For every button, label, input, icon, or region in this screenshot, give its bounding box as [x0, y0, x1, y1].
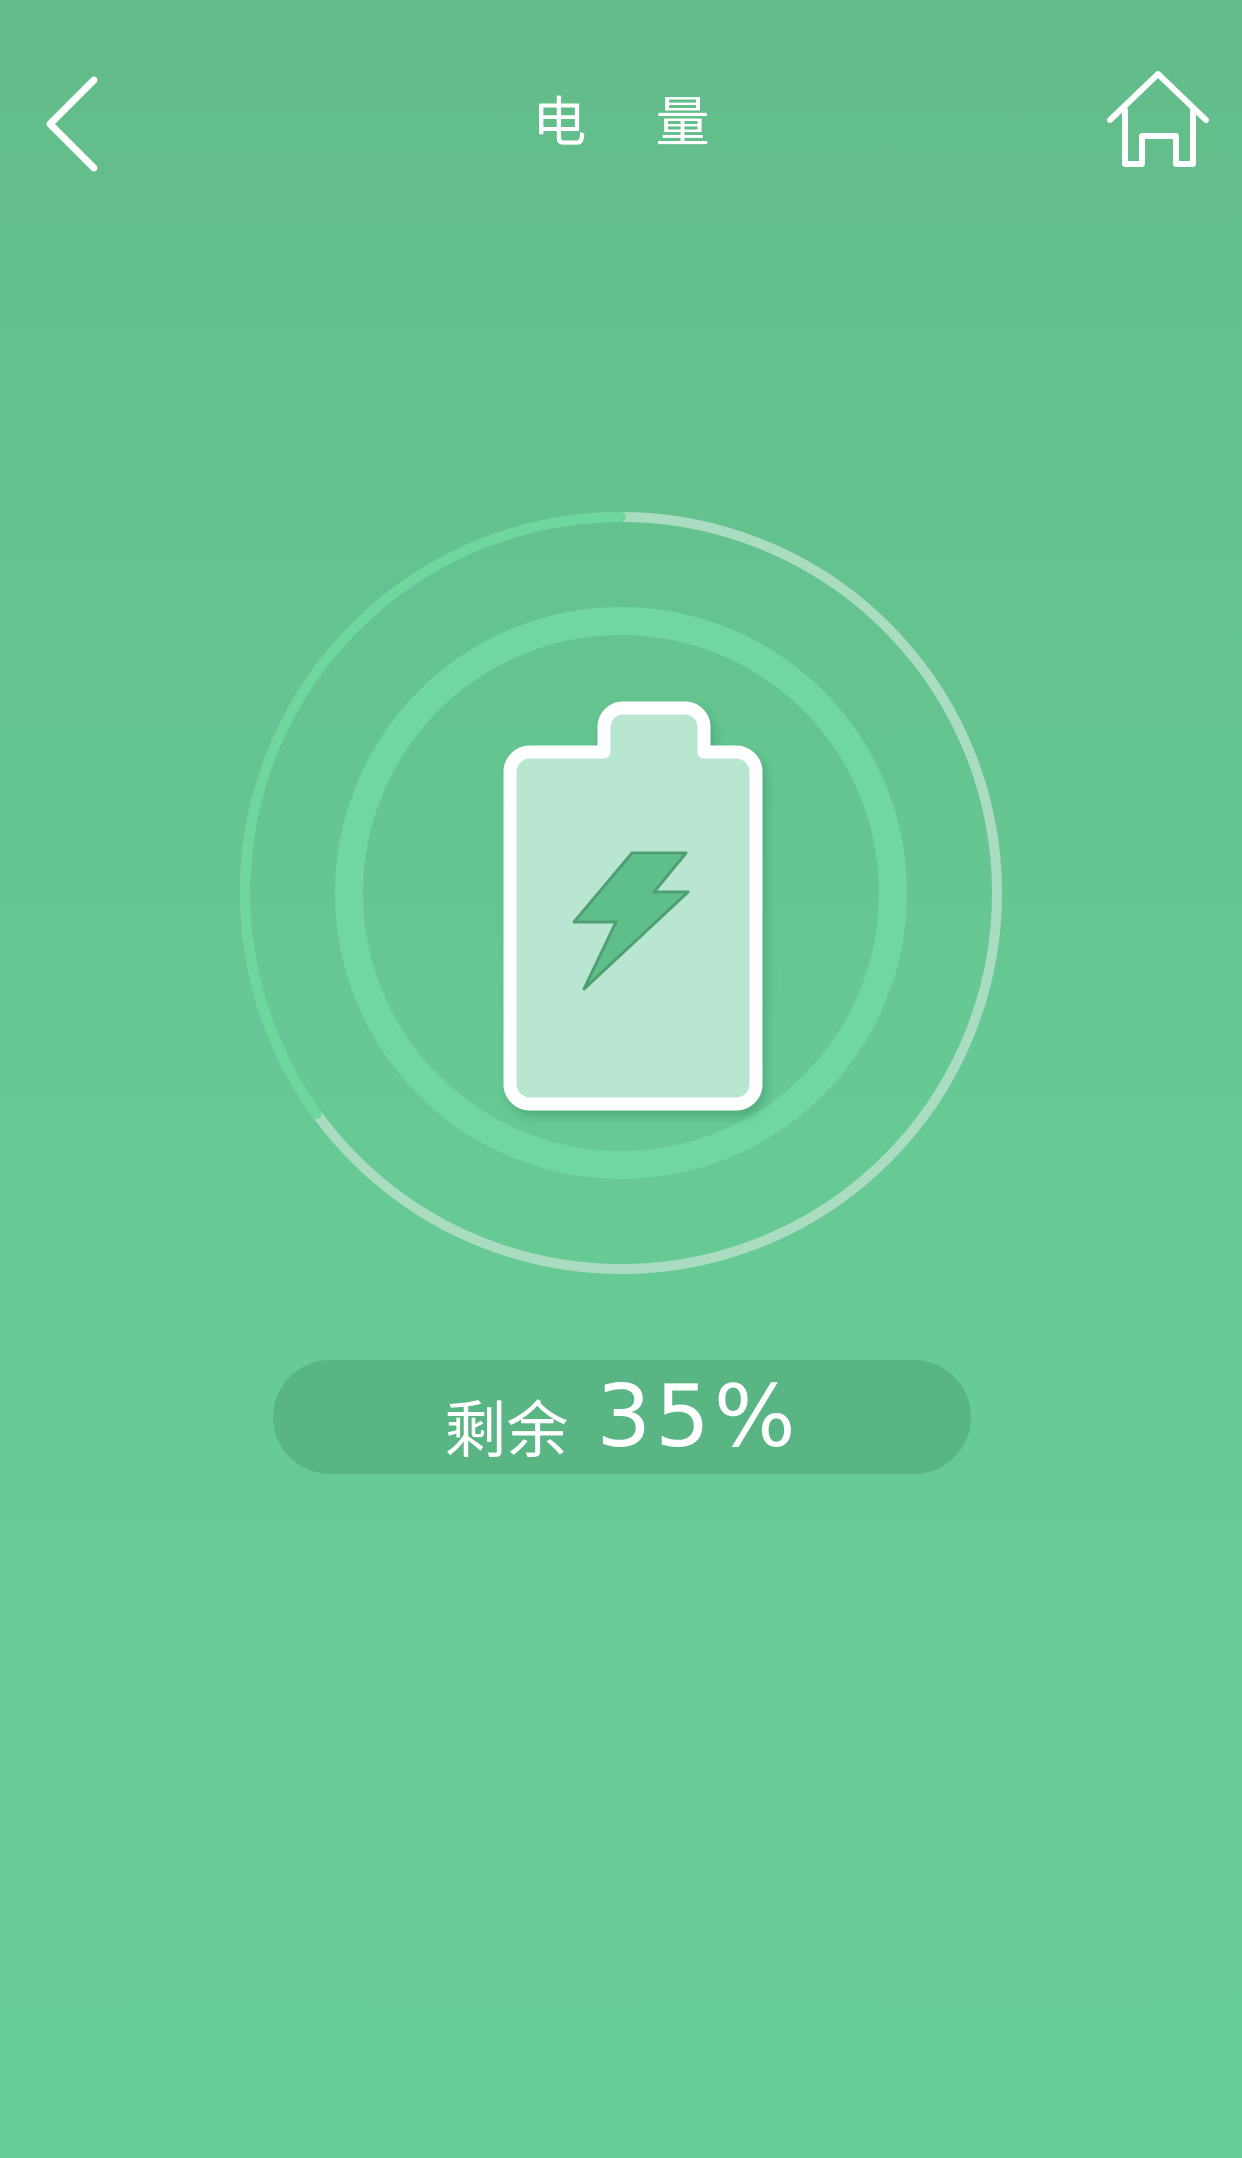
page-title: 电 量: [532, 91, 736, 154]
remaining-value: 35%: [596, 1367, 800, 1467]
remaining-label: 剩余: [444, 1394, 569, 1467]
battery-gauge: [236, 508, 1006, 1278]
home-icon: [1107, 71, 1209, 167]
battery-charging-icon: [503, 701, 763, 1111]
home-button[interactable]: [1098, 66, 1218, 176]
remaining-badge: 剩余 35%: [273, 1360, 971, 1474]
top-bar: 电 量: [0, 0, 1242, 250]
